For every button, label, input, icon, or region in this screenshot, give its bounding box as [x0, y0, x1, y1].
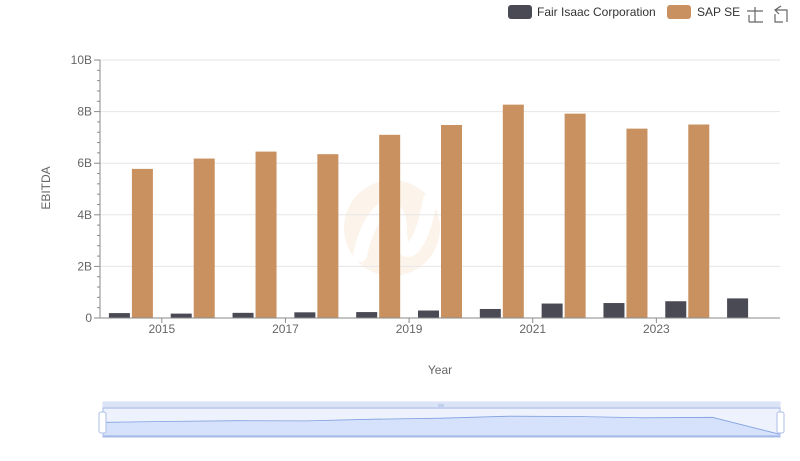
slider-handle-right[interactable]	[776, 411, 785, 434]
bar-sap-2019[interactable]	[441, 125, 462, 319]
legend-item-fair-isaac[interactable]: Fair Isaac Corporation	[508, 5, 656, 19]
x-tick-label: 2019	[396, 322, 423, 336]
y-tick-label: 6B	[77, 156, 92, 170]
legend-swatch-sap	[667, 5, 691, 19]
x-axis-title: Year	[428, 363, 452, 377]
y-tick-label: 8B	[77, 105, 92, 119]
bar-fair-isaac-2017[interactable]	[294, 312, 316, 318]
zoom-crosshair-icon[interactable]	[747, 7, 763, 23]
legend[interactable]: Fair Isaac Corporation SAP SE	[508, 5, 740, 19]
bar-fair-isaac-2014[interactable]	[108, 313, 130, 318]
legend-swatch-fair-isaac	[508, 5, 532, 19]
x-tick-label: 2023	[643, 322, 670, 336]
y-tick-label: 0	[85, 311, 92, 325]
bar-sap-2014[interactable]	[131, 168, 153, 318]
bar-sap-2015[interactable]	[193, 158, 215, 318]
bar-sap-2016[interactable]	[255, 151, 277, 318]
x-tick-label: 2015	[148, 322, 175, 336]
zoom-reset-icon[interactable]	[774, 5, 788, 23]
legend-label-sap: SAP SE	[697, 5, 740, 19]
chart-canvas: Fair Isaac Corporation SAP SE 0 2B 4B 6B 8B 1…	[39, 5, 788, 438]
slider-handle-left[interactable]	[98, 411, 107, 434]
bar-sap-2023[interactable]	[688, 124, 710, 319]
bar-sap-2018[interactable]	[379, 134, 401, 318]
bar-fair-isaac-2019[interactable]	[418, 310, 439, 318]
bar-fair-isaac-2022[interactable]	[603, 303, 625, 318]
bar-fair-isaac-2018[interactable]	[356, 312, 378, 318]
legend-label-fair-isaac: Fair Isaac Corporation	[537, 5, 656, 19]
y-tick-label: 4B	[77, 208, 92, 222]
bar-fair-isaac-2024[interactable]	[727, 298, 749, 318]
x-tick-label: 2017	[272, 322, 299, 336]
bar-fair-isaac-2016[interactable]	[232, 312, 254, 318]
bar-fair-isaac-2015[interactable]	[170, 313, 192, 318]
x-tick-label: 2021	[519, 322, 546, 336]
bar-fair-isaac-2020[interactable]	[479, 308, 501, 318]
y-axis-title: EBITDA	[39, 166, 53, 209]
data-zoom-slider[interactable]	[98, 401, 785, 438]
bar-sap-2020[interactable]	[502, 104, 524, 318]
bar-sap-2021[interactable]	[564, 113, 586, 318]
y-tick-label: 10B	[71, 53, 92, 67]
legend-item-sap[interactable]: SAP SE	[667, 5, 740, 19]
bar-sap-2022[interactable]	[626, 128, 648, 318]
bar-fair-isaac-2021[interactable]	[541, 303, 563, 318]
bar-fair-isaac-2023[interactable]	[665, 301, 687, 318]
y-tick-label: 2B	[77, 259, 92, 273]
bar-sap-2017[interactable]	[317, 154, 339, 318]
